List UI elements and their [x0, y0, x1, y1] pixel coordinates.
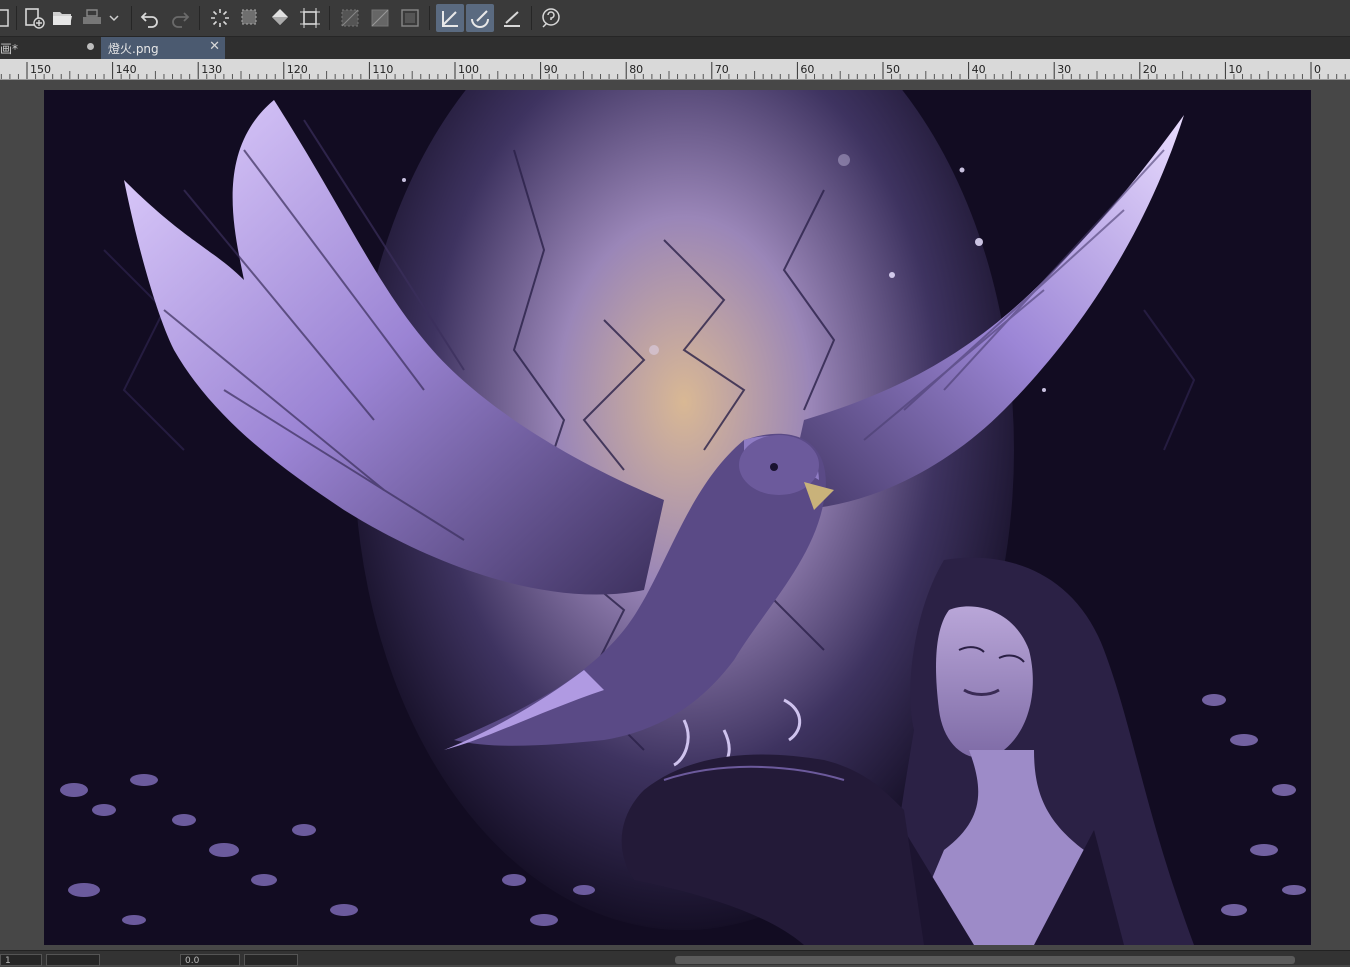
toolbar-separator — [531, 6, 532, 30]
toolbar-separator — [429, 6, 430, 30]
tab-active-document[interactable]: 燈火.png ✕ — [101, 37, 225, 59]
ruler-label: 70 — [715, 63, 729, 76]
document-tab-bar: 画* 燈火.png ✕ — [0, 37, 1350, 59]
deselect-icon[interactable] — [206, 4, 234, 32]
clear-icon[interactable] — [336, 4, 364, 32]
panel-icon[interactable] — [0, 4, 14, 32]
toolbar-separator — [16, 6, 17, 30]
toolbar-separator — [131, 6, 132, 30]
ruler-label: 130 — [201, 63, 222, 76]
ruler-label: 120 — [287, 63, 308, 76]
toolbar-separator — [199, 6, 200, 30]
ruler-label: 20 — [1143, 63, 1157, 76]
ruler-label: 80 — [629, 63, 643, 76]
close-icon[interactable]: ✕ — [209, 39, 220, 54]
ruler-line-icon[interactable] — [498, 4, 526, 32]
status-field-left[interactable]: 1 — [0, 954, 42, 966]
select-all-icon[interactable] — [396, 4, 424, 32]
fill-bucket-icon[interactable] — [266, 4, 294, 32]
print-icon[interactable] — [78, 4, 106, 32]
help-icon[interactable] — [536, 4, 564, 32]
main-toolbar — [0, 0, 1350, 37]
canvas-area[interactable] — [0, 80, 1350, 950]
snap-special-ruler-icon[interactable] — [466, 4, 494, 32]
rotation-field[interactable] — [244, 954, 298, 966]
zoom-field[interactable]: 0.0 — [180, 954, 240, 966]
artwork-canvas[interactable] — [44, 90, 1311, 945]
toolbar-separator — [329, 6, 330, 30]
undo-icon[interactable] — [136, 4, 164, 32]
clear-outside-icon[interactable] — [366, 4, 394, 32]
navigator-thumbnail-field[interactable] — [46, 954, 100, 966]
horizontal-scrollbar[interactable] — [675, 956, 1295, 964]
ruler-label: 10 — [1228, 63, 1242, 76]
open-folder-icon[interactable] — [48, 4, 76, 32]
status-bar: 1 0.0 — [0, 950, 1350, 966]
new-document-icon[interactable] — [20, 4, 48, 32]
tab-untitled[interactable]: 画* — [0, 37, 100, 59]
ruler-label: 60 — [800, 63, 814, 76]
ruler-label: 40 — [972, 63, 986, 76]
unsaved-dot-icon — [87, 43, 94, 50]
ruler-label: 110 — [372, 63, 393, 76]
ruler-label: 50 — [886, 63, 900, 76]
horizontal-ruler: 150 140 130 120 110 100 90 80 70 60 50 40 30 20 10 0 — [0, 59, 1350, 80]
transform-icon[interactable] — [296, 4, 324, 32]
ruler-label: 90 — [544, 63, 558, 76]
ruler-label: 140 — [116, 63, 137, 76]
tab-label: 画* — [0, 41, 19, 56]
snap-ruler-icon[interactable] — [436, 4, 464, 32]
dropdown-chevron-icon[interactable] — [104, 4, 124, 32]
selection-icon[interactable] — [236, 4, 264, 32]
artwork-illustration — [44, 90, 1311, 945]
tab-label: 燈火.png — [108, 41, 159, 56]
ruler-label: 30 — [1057, 63, 1071, 76]
ruler-label: 150 — [30, 63, 51, 76]
redo-icon[interactable] — [166, 4, 194, 32]
ruler-label: 100 — [458, 63, 479, 76]
